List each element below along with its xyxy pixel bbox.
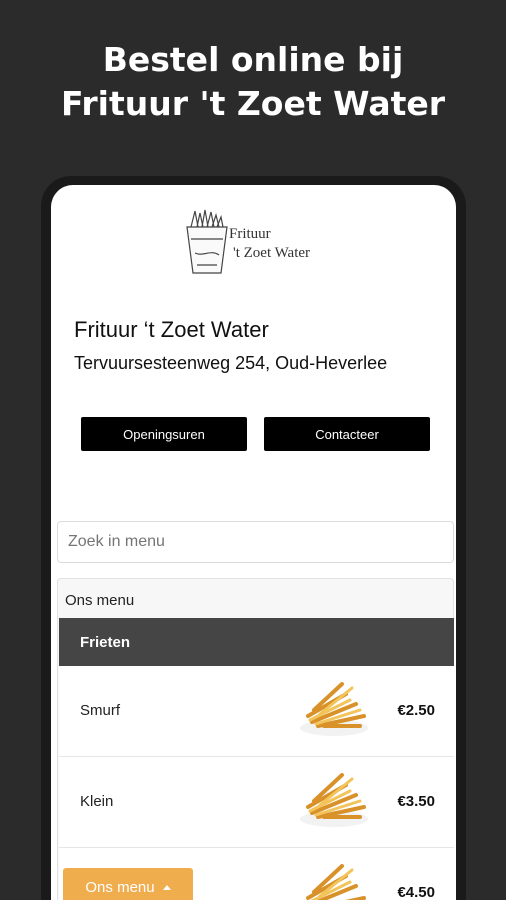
menu-item-name: Klein [80, 793, 114, 810]
menu-panel: Ons menu Frieten Smurf €2.50 Klein €3.50… [57, 578, 454, 900]
fries-cone-icon [186, 209, 228, 274]
menu-item-list: Smurf €2.50 Klein €3.50 €4.50 [59, 666, 454, 900]
logo-line-2: 't Zoet Water [233, 245, 311, 261]
shop-logo: Frituur 't Zoet Water [183, 207, 333, 279]
logo-line-1: Frituur [229, 226, 271, 242]
promo-line-1: Bestel online bij [102, 40, 404, 79]
menu-item[interactable]: Smurf €2.50 [59, 666, 454, 757]
menu-item-price: €2.50 [397, 702, 435, 719]
contact-button[interactable]: Contacteer [264, 417, 430, 451]
floating-menu-button[interactable]: Ons menu [63, 868, 193, 900]
menu-item-price: €3.50 [397, 793, 435, 810]
menu-item-name: Smurf [80, 702, 121, 719]
shop-name: Frituur ‘t Zoet Water [74, 317, 269, 342]
fries-icon [306, 864, 366, 900]
promo-headline: Bestel online bij Frituur 't Zoet Water [0, 38, 506, 126]
fries-icon [300, 682, 368, 736]
menu-item-price: €4.50 [397, 884, 435, 900]
promo-line-2: Frituur 't Zoet Water [60, 84, 446, 123]
fries-icon [300, 773, 368, 827]
category-header-frieten[interactable]: Frieten [59, 618, 454, 666]
logo-text: Frituur 't Zoet Water [229, 225, 310, 263]
caret-up-icon [162, 884, 171, 890]
phone-screen: Frituur 't Zoet Water Frituur ‘t Zoet Wa… [51, 185, 456, 900]
menu-item[interactable]: Klein €3.50 [59, 757, 454, 848]
menu-title: Ons menu [65, 592, 135, 609]
shop-address: Tervuursesteenweg 254, Oud-Heverlee [74, 353, 388, 373]
menu-search-input[interactable] [57, 521, 454, 563]
opening-hours-button[interactable]: Openingsuren [81, 417, 247, 451]
floating-menu-label: Ons menu [85, 878, 155, 896]
